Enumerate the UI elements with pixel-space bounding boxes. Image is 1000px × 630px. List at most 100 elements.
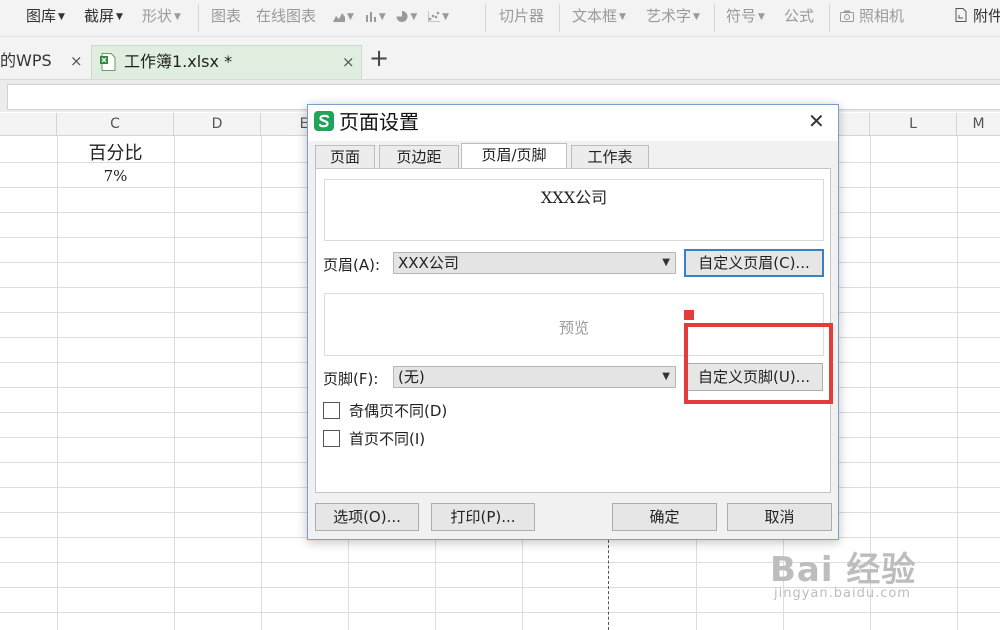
chevron-down-icon: ▼ bbox=[347, 12, 354, 22]
wps-logo-icon bbox=[314, 111, 334, 131]
camera-label: 照相机 bbox=[859, 7, 905, 25]
pie-chart-icon[interactable] bbox=[396, 11, 408, 22]
tab-workbook1[interactable]: 工作簿1.xlsx * × bbox=[91, 45, 362, 79]
new-tab-button[interactable]: + bbox=[368, 43, 390, 73]
document-tab-bar: 的WPS × 工作簿1.xlsx * × bbox=[0, 37, 1000, 80]
column-header-l[interactable]: L bbox=[870, 113, 957, 136]
first-page-checkbox[interactable] bbox=[323, 430, 340, 447]
chevron-down-icon: ▼ bbox=[116, 12, 123, 22]
symbol-button[interactable]: 符号 ▼ bbox=[726, 5, 765, 27]
dialog-title: 页面设置 bbox=[339, 110, 419, 134]
chart-label: 图表 bbox=[211, 7, 242, 25]
chevron-down-icon: ▼ bbox=[693, 12, 700, 22]
chevron-down-icon: ▼ bbox=[410, 12, 418, 22]
cancel-button[interactable]: 取消 bbox=[727, 503, 832, 531]
chart-button[interactable]: 图表 bbox=[211, 5, 241, 27]
attachment-icon bbox=[955, 8, 967, 22]
tab-sheet[interactable]: 工作表 bbox=[571, 145, 649, 169]
textbox-label: 文本框 bbox=[572, 7, 618, 25]
attachment-label: 附件 bbox=[973, 7, 1000, 25]
tab-label: 的WPS bbox=[0, 51, 52, 70]
symbol-label: 符号 bbox=[726, 7, 757, 25]
close-icon[interactable]: ✕ bbox=[808, 110, 825, 132]
watermark-brand: Bai 经验 bbox=[770, 550, 917, 590]
camera-icon bbox=[840, 10, 854, 22]
column-header-m[interactable]: M bbox=[957, 113, 1000, 136]
chevron-down-icon: ▼ bbox=[662, 257, 670, 268]
tab-page[interactable]: 页面 bbox=[315, 145, 375, 169]
custom-header-button[interactable]: 自定义页眉(C)... bbox=[684, 249, 824, 277]
annotation-marker bbox=[684, 310, 694, 320]
tab-label: 工作簿1.xlsx * bbox=[124, 52, 233, 71]
wps-s-icon bbox=[318, 114, 330, 128]
gallery-label: 图库 bbox=[26, 7, 57, 25]
scatter-chart-icon[interactable] bbox=[428, 11, 441, 22]
footer-select[interactable]: (无) ▼ bbox=[393, 366, 676, 388]
ribbon-divider bbox=[198, 4, 199, 32]
gallery-button[interactable]: 图库 ▼ bbox=[26, 5, 65, 27]
footer-label: 页脚(F): bbox=[323, 370, 379, 388]
page-break-line bbox=[608, 540, 609, 630]
formula-label: 公式 bbox=[784, 7, 815, 25]
dialog-title-bar[interactable]: 页面设置 ✕ bbox=[308, 105, 838, 141]
ribbon-toolbar: 图库 ▼ 截屏 ▼ 形状 ▼ 图表 在线图表 ▼ ▼ ▼ ▼ 切片器 文本框 ▼ 艺术字… bbox=[0, 0, 1000, 37]
ok-button[interactable]: 确定 bbox=[612, 503, 717, 531]
tab-my-wps[interactable]: 的WPS × bbox=[0, 45, 88, 79]
chart-type-icons[interactable]: ▼ ▼ ▼ ▼ bbox=[333, 5, 449, 27]
ribbon-divider bbox=[714, 4, 715, 32]
formula-button[interactable]: 公式 bbox=[784, 5, 814, 27]
header-select[interactable]: XXX公司 ▼ bbox=[393, 252, 676, 274]
column-header-d[interactable]: D bbox=[174, 113, 261, 136]
header-preview: XXX公司 bbox=[324, 179, 824, 241]
textbox-button[interactable]: 文本框 ▼ bbox=[572, 5, 626, 27]
slicer-button[interactable]: 切片器 bbox=[499, 5, 544, 27]
print-button[interactable]: 打印(P)... bbox=[431, 503, 535, 531]
cell-c1[interactable]: 百分比 bbox=[57, 139, 174, 165]
chevron-down-icon: ▼ bbox=[442, 12, 450, 22]
attachment-button[interactable]: 附件 bbox=[955, 5, 1000, 27]
options-button[interactable]: 选项(O)... bbox=[315, 503, 419, 531]
annotation-highlight-box bbox=[684, 323, 833, 404]
odd-even-checkbox[interactable] bbox=[323, 402, 340, 419]
chevron-down-icon: ▼ bbox=[58, 12, 65, 22]
screenshot-label: 截屏 bbox=[84, 7, 115, 25]
watermark-url: jingyan.baidu.com bbox=[774, 586, 911, 601]
spreadsheet-file-icon bbox=[100, 53, 116, 71]
slicer-label: 切片器 bbox=[499, 7, 545, 25]
odd-even-label: 奇偶页不同(D) bbox=[349, 402, 448, 420]
camera-button[interactable]: 照相机 bbox=[840, 5, 904, 27]
bar-chart-icon[interactable] bbox=[365, 11, 377, 22]
column-header-c[interactable]: C bbox=[57, 113, 174, 136]
chevron-down-icon: ▼ bbox=[378, 12, 386, 22]
footer-select-value: (无) bbox=[398, 368, 425, 386]
online-chart-button[interactable]: 在线图表 bbox=[256, 5, 316, 27]
header-select-value: XXX公司 bbox=[398, 254, 459, 272]
area-chart-icon[interactable] bbox=[333, 11, 345, 22]
header-preview-text: XXX公司 bbox=[540, 188, 608, 207]
ribbon-divider bbox=[559, 4, 560, 32]
grid-line bbox=[261, 136, 262, 630]
grid-line bbox=[57, 136, 58, 630]
shapes-label: 形状 bbox=[142, 7, 173, 25]
tab-margins[interactable]: 页边距 bbox=[379, 145, 459, 169]
ribbon-divider bbox=[829, 4, 830, 32]
column-header-b[interactable] bbox=[0, 113, 57, 136]
chevron-down-icon: ▼ bbox=[662, 371, 670, 382]
shapes-button[interactable]: 形状 ▼ bbox=[142, 5, 181, 27]
chevron-down-icon: ▼ bbox=[758, 12, 765, 22]
header-label: 页眉(A): bbox=[323, 256, 381, 274]
baidu-watermark: Bai 经验 jingyan.baidu.com bbox=[770, 530, 1000, 630]
wordart-button[interactable]: 艺术字 ▼ bbox=[646, 5, 700, 27]
first-page-label: 首页不同(I) bbox=[349, 430, 426, 448]
ribbon-divider bbox=[485, 4, 486, 32]
online-chart-label: 在线图表 bbox=[256, 7, 317, 25]
close-icon[interactable]: × bbox=[342, 46, 355, 78]
page-setup-dialog: 页面设置 ✕ 页面 页边距 页眉/页脚 工作表 XXX公司 页眉(A): XXX… bbox=[307, 104, 839, 540]
wordart-label: 艺术字 bbox=[646, 7, 692, 25]
tab-header-footer[interactable]: 页眉/页脚 bbox=[461, 143, 567, 169]
cell-c2[interactable]: 7% bbox=[57, 167, 174, 185]
screenshot-button[interactable]: 截屏 ▼ bbox=[84, 5, 123, 27]
close-icon[interactable]: × bbox=[70, 45, 83, 77]
grid-line bbox=[174, 136, 175, 630]
chevron-down-icon: ▼ bbox=[619, 12, 626, 22]
